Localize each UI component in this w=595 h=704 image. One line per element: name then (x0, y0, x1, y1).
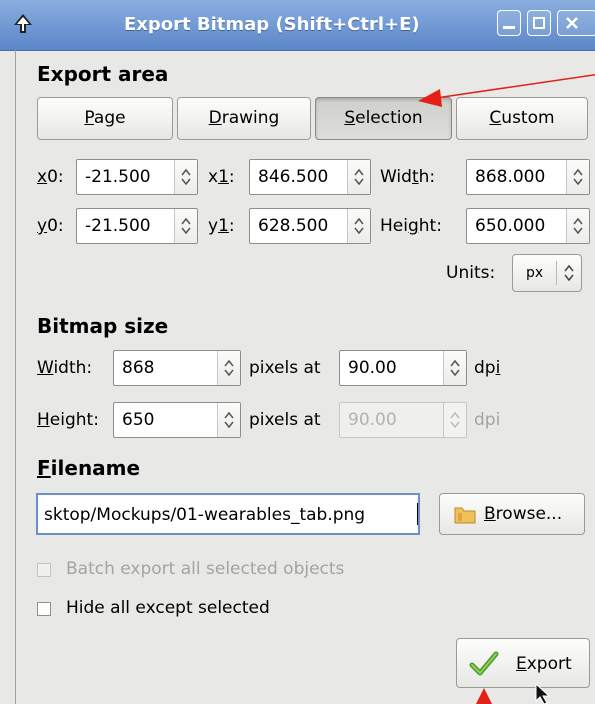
annotation-arrowhead-top (418, 89, 442, 107)
annotation-arrowhead-bottom (476, 688, 492, 704)
annotation-overlay (418, 73, 595, 704)
annotation-arrow-line-top (435, 73, 595, 99)
